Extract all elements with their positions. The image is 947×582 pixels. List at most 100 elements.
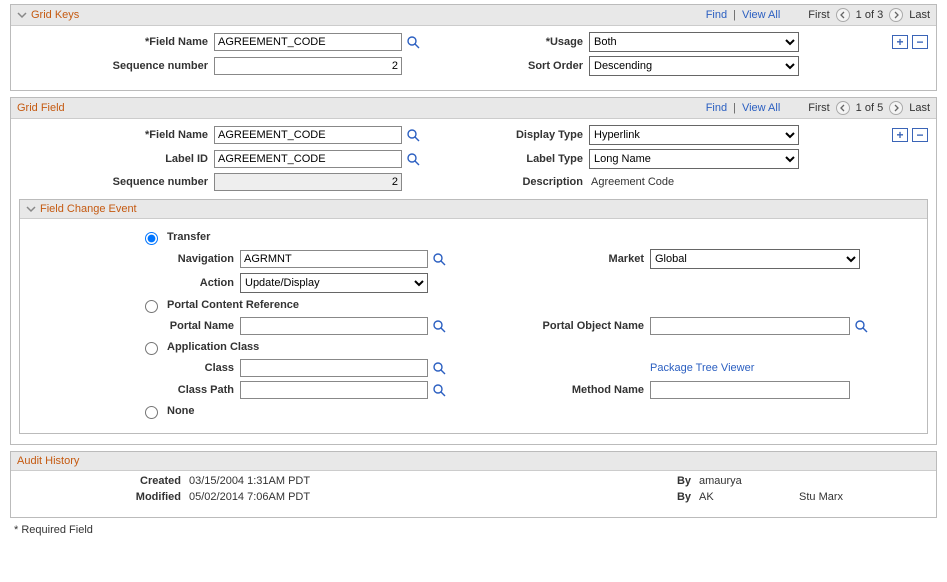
application-class-radio[interactable] bbox=[145, 342, 158, 355]
lookup-icon[interactable] bbox=[405, 127, 421, 143]
created-value: 03/15/2004 1:31AM PDT bbox=[189, 475, 489, 487]
none-radio[interactable] bbox=[145, 406, 158, 419]
label-type-select[interactable]: Long Name bbox=[589, 149, 799, 169]
sequence-number-label: Sequence number bbox=[19, 176, 214, 188]
remove-row-button[interactable]: − bbox=[912, 35, 928, 49]
find-link[interactable]: Find bbox=[706, 9, 727, 21]
portal-name-input[interactable] bbox=[240, 317, 428, 335]
modified-by-label: By bbox=[489, 491, 699, 503]
grid-keys-body: *Field Name *Usage Both + − Sequence num… bbox=[11, 26, 936, 90]
pager-last: Last bbox=[909, 9, 930, 21]
sequence-number-label: Sequence number bbox=[19, 60, 214, 72]
navigation-label: Navigation bbox=[30, 253, 240, 265]
field-name-label: *Field Name bbox=[19, 129, 214, 141]
required-field-footnote: * Required Field bbox=[14, 524, 937, 536]
pager-last: Last bbox=[909, 102, 930, 114]
modified-extra: Stu Marx bbox=[799, 491, 859, 503]
grid-field-header: Grid Field Find | View All First 1 of 5 … bbox=[11, 98, 936, 119]
pager-first: First bbox=[808, 102, 829, 114]
class-path-input[interactable] bbox=[240, 381, 428, 399]
portal-name-label: Portal Name bbox=[30, 320, 240, 332]
pager-first: First bbox=[808, 9, 829, 21]
description-value: Agreement Code bbox=[589, 176, 674, 188]
pager-prev-icon[interactable] bbox=[836, 101, 850, 115]
navigation-input[interactable] bbox=[240, 250, 428, 268]
label-id-input[interactable] bbox=[214, 150, 402, 168]
action-select[interactable]: Update/Display bbox=[240, 273, 428, 293]
created-extra bbox=[799, 475, 859, 487]
find-link[interactable]: Find bbox=[706, 102, 727, 114]
grid-field-section: Grid Field Find | View All First 1 of 5 … bbox=[10, 97, 937, 445]
lookup-icon[interactable] bbox=[431, 318, 447, 334]
class-path-label: Class Path bbox=[30, 384, 240, 396]
description-label: Description bbox=[459, 176, 589, 188]
audit-history-section: Audit History Created 03/15/2004 1:31AM … bbox=[10, 451, 937, 518]
lookup-icon[interactable] bbox=[405, 34, 421, 50]
portal-object-name-label: Portal Object Name bbox=[470, 320, 650, 332]
lookup-icon[interactable] bbox=[431, 382, 447, 398]
created-by-label: By bbox=[489, 475, 699, 487]
market-select[interactable]: Global bbox=[650, 249, 860, 269]
separator: | bbox=[733, 102, 736, 114]
sort-order-label: Sort Order bbox=[459, 60, 589, 72]
application-class-label: Application Class bbox=[167, 341, 259, 353]
market-label: Market bbox=[470, 253, 650, 265]
package-tree-viewer-link[interactable]: Package Tree Viewer bbox=[650, 362, 754, 374]
display-type-select[interactable]: Hyperlink bbox=[589, 125, 799, 145]
add-row-button[interactable]: + bbox=[892, 35, 908, 49]
add-row-button[interactable]: + bbox=[892, 128, 908, 142]
audit-history-header: Audit History bbox=[11, 452, 936, 471]
field-change-event-header: Field Change Event bbox=[20, 200, 927, 219]
field-change-event-title: Field Change Event bbox=[40, 203, 137, 215]
sort-order-select[interactable]: Descending bbox=[589, 56, 799, 76]
lookup-icon[interactable] bbox=[853, 318, 869, 334]
grid-keys-section: Grid Keys Find | View All First 1 of 3 L… bbox=[10, 4, 937, 91]
pager-next-icon[interactable] bbox=[889, 101, 903, 115]
modified-by-value: AK bbox=[699, 491, 799, 503]
usage-label: *Usage bbox=[459, 36, 589, 48]
portal-content-reference-radio[interactable] bbox=[145, 300, 158, 313]
lookup-icon[interactable] bbox=[405, 151, 421, 167]
sequence-number-input[interactable] bbox=[214, 57, 402, 75]
grid-keys-header: Grid Keys Find | View All First 1 of 3 L… bbox=[11, 5, 936, 26]
action-label: Action bbox=[30, 277, 240, 289]
usage-select[interactable]: Both bbox=[589, 32, 799, 52]
created-by-value: amaurya bbox=[699, 475, 799, 487]
separator: | bbox=[733, 9, 736, 21]
collapse-icon[interactable] bbox=[17, 10, 27, 20]
transfer-label: Transfer bbox=[167, 231, 210, 243]
portal-object-name-input[interactable] bbox=[650, 317, 850, 335]
portal-content-reference-label: Portal Content Reference bbox=[167, 299, 299, 311]
lookup-icon[interactable] bbox=[431, 251, 447, 267]
pager-text: 1 of 3 bbox=[856, 9, 884, 21]
modified-label: Modified bbox=[19, 491, 189, 503]
sequence-number-input bbox=[214, 173, 402, 191]
transfer-radio[interactable] bbox=[145, 232, 158, 245]
class-input[interactable] bbox=[240, 359, 428, 377]
label-id-label: Label ID bbox=[19, 153, 214, 165]
view-all-link[interactable]: View All bbox=[742, 102, 780, 114]
none-label: None bbox=[167, 405, 195, 417]
field-change-event-section: Field Change Event Transfer Navigation bbox=[19, 199, 928, 434]
remove-row-button[interactable]: − bbox=[912, 128, 928, 142]
audit-history-title: Audit History bbox=[17, 455, 79, 467]
audit-history-body: Created 03/15/2004 1:31AM PDT By amaurya… bbox=[11, 471, 936, 517]
field-name-input[interactable] bbox=[214, 33, 402, 51]
label-type-label: Label Type bbox=[459, 153, 589, 165]
display-type-label: Display Type bbox=[459, 129, 589, 141]
pager-text: 1 of 5 bbox=[856, 102, 884, 114]
method-name-label: Method Name bbox=[470, 384, 650, 396]
pager-next-icon[interactable] bbox=[889, 8, 903, 22]
field-change-event-body: Transfer Navigation Market bbox=[20, 219, 927, 433]
view-all-link[interactable]: View All bbox=[742, 9, 780, 21]
pager-prev-icon[interactable] bbox=[836, 8, 850, 22]
grid-keys-title: Grid Keys bbox=[31, 9, 79, 21]
method-name-input[interactable] bbox=[650, 381, 850, 399]
lookup-icon[interactable] bbox=[431, 360, 447, 376]
grid-field-body: *Field Name Display Type Hyperlink + − L… bbox=[11, 119, 936, 444]
collapse-icon[interactable] bbox=[26, 204, 36, 214]
grid-field-title: Grid Field bbox=[17, 102, 65, 114]
modified-value: 05/02/2014 7:06AM PDT bbox=[189, 491, 489, 503]
field-name-input[interactable] bbox=[214, 126, 402, 144]
class-label: Class bbox=[30, 362, 240, 374]
